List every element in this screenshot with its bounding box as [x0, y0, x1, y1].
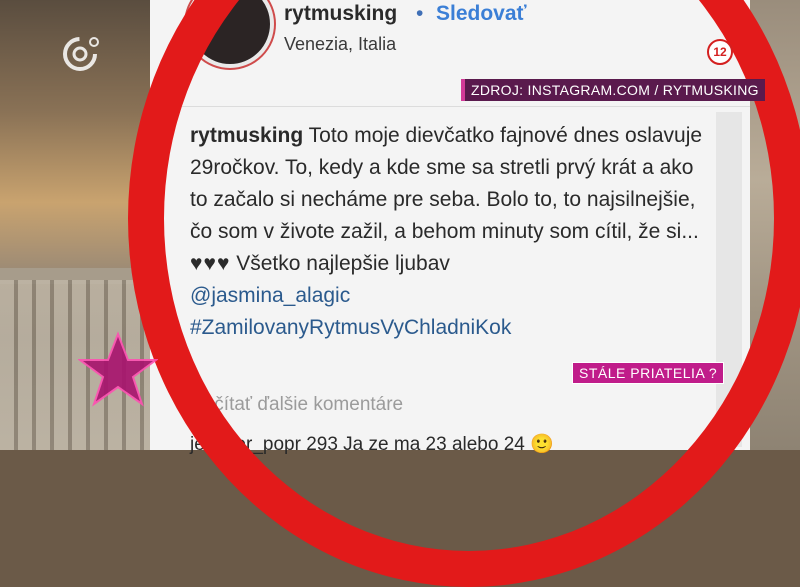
star-icon [78, 331, 158, 407]
age-rating-badge: 12 [707, 39, 733, 65]
channel-logo-icon [63, 37, 99, 71]
lower-third-tag: STÁLE PRIATELIA ? [572, 362, 725, 384]
source-caption: ZDROJ: INSTAGRAM.COM / RYTMUSKING [461, 79, 765, 101]
